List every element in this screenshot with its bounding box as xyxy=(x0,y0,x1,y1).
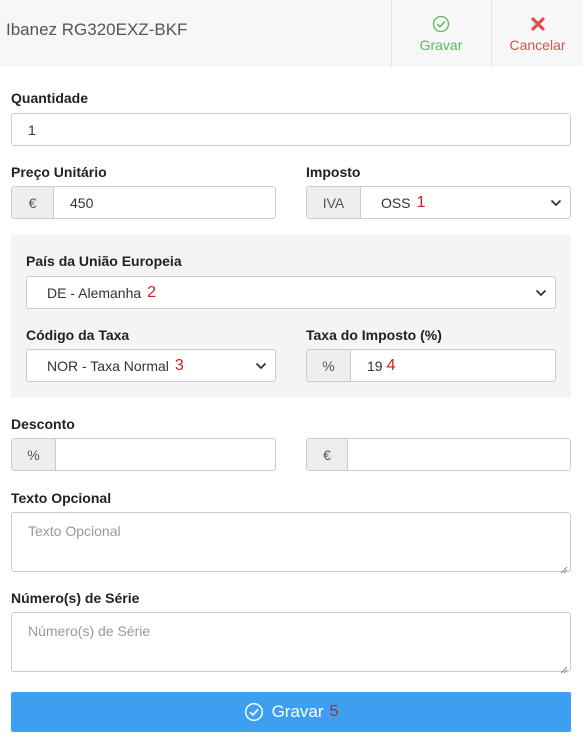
header-cancel-button[interactable]: Cancelar xyxy=(491,0,583,67)
currency-addon: € xyxy=(12,187,54,218)
header-cancel-label: Cancelar xyxy=(509,37,566,53)
optional-text-textarea[interactable]: Texto Opcional xyxy=(11,512,571,574)
step-marker-2: 2 xyxy=(147,283,157,301)
step-marker-1: 1 xyxy=(416,193,426,211)
unit-price-input[interactable]: € 450 xyxy=(11,186,276,219)
unit-price-value: 450 xyxy=(70,194,94,211)
tax-rate-label: Taxa do Imposto (%) xyxy=(306,327,442,343)
serial-numbers-label: Número(s) de Série xyxy=(11,590,140,606)
discount-percent-addon: % xyxy=(12,439,56,470)
step-marker-4: 4 xyxy=(386,356,396,374)
tax-selected: OSS xyxy=(381,194,411,211)
resize-grip-icon[interactable] xyxy=(560,561,568,574)
eu-country-select[interactable]: DE - Alemanha 2 xyxy=(26,276,556,309)
header-save-button[interactable]: Gravar xyxy=(391,0,490,67)
eu-country-selected: DE - Alemanha xyxy=(47,284,142,301)
discount-amount-input[interactable]: € xyxy=(306,438,571,471)
optional-text-placeholder: Texto Opcional xyxy=(28,523,121,539)
header-save-label: Gravar xyxy=(419,37,463,53)
serial-numbers-textarea[interactable]: Número(s) de Série xyxy=(11,612,571,674)
discount-label: Desconto xyxy=(11,416,75,432)
discount-percent-input[interactable]: % xyxy=(11,438,276,471)
rate-code-selected: NOR - Taxa Normal xyxy=(47,357,169,374)
rate-code-select[interactable]: NOR - Taxa Normal 3 xyxy=(26,349,276,382)
page-title: Ibanez RG320EXZ-BKF xyxy=(6,20,188,39)
tax-rate-value: 19 xyxy=(367,357,383,374)
header: Ibanez RG320EXZ-BKF Gravar Cancelar xyxy=(0,0,583,67)
resize-grip-icon[interactable] xyxy=(560,661,568,674)
quantity-input[interactable]: 1 xyxy=(11,113,571,146)
chevron-down-icon xyxy=(535,287,547,299)
chevron-down-icon xyxy=(255,360,267,372)
check-circle-icon xyxy=(432,14,450,34)
discount-amount-addon: € xyxy=(307,439,348,470)
step-marker-5: 5 xyxy=(329,703,339,720)
tax-label: Imposto xyxy=(306,164,361,180)
close-icon xyxy=(530,14,545,34)
optional-text-label: Texto Opcional xyxy=(11,490,112,506)
check-circle-icon xyxy=(244,702,264,722)
rate-code-label: Código da Taxa xyxy=(26,327,130,343)
unit-price-label: Preço Unitário xyxy=(11,164,107,180)
eu-country-label: País da União Europeia xyxy=(26,253,182,269)
quantity-label: Quantidade xyxy=(11,90,89,106)
quantity-value: 1 xyxy=(28,121,36,138)
chevron-down-icon xyxy=(550,197,562,209)
serial-numbers-placeholder: Número(s) de Série xyxy=(28,623,151,639)
submit-label: Gravar xyxy=(271,702,324,721)
tax-select[interactable]: IVA OSS 1 xyxy=(306,186,571,219)
step-marker-3: 3 xyxy=(174,356,184,374)
submit-save-button[interactable]: Gravar 5 xyxy=(11,692,571,732)
tax-addon: IVA xyxy=(307,187,361,218)
percent-addon: % xyxy=(307,350,351,381)
tax-rate-input[interactable]: % 19 4 xyxy=(306,349,556,382)
